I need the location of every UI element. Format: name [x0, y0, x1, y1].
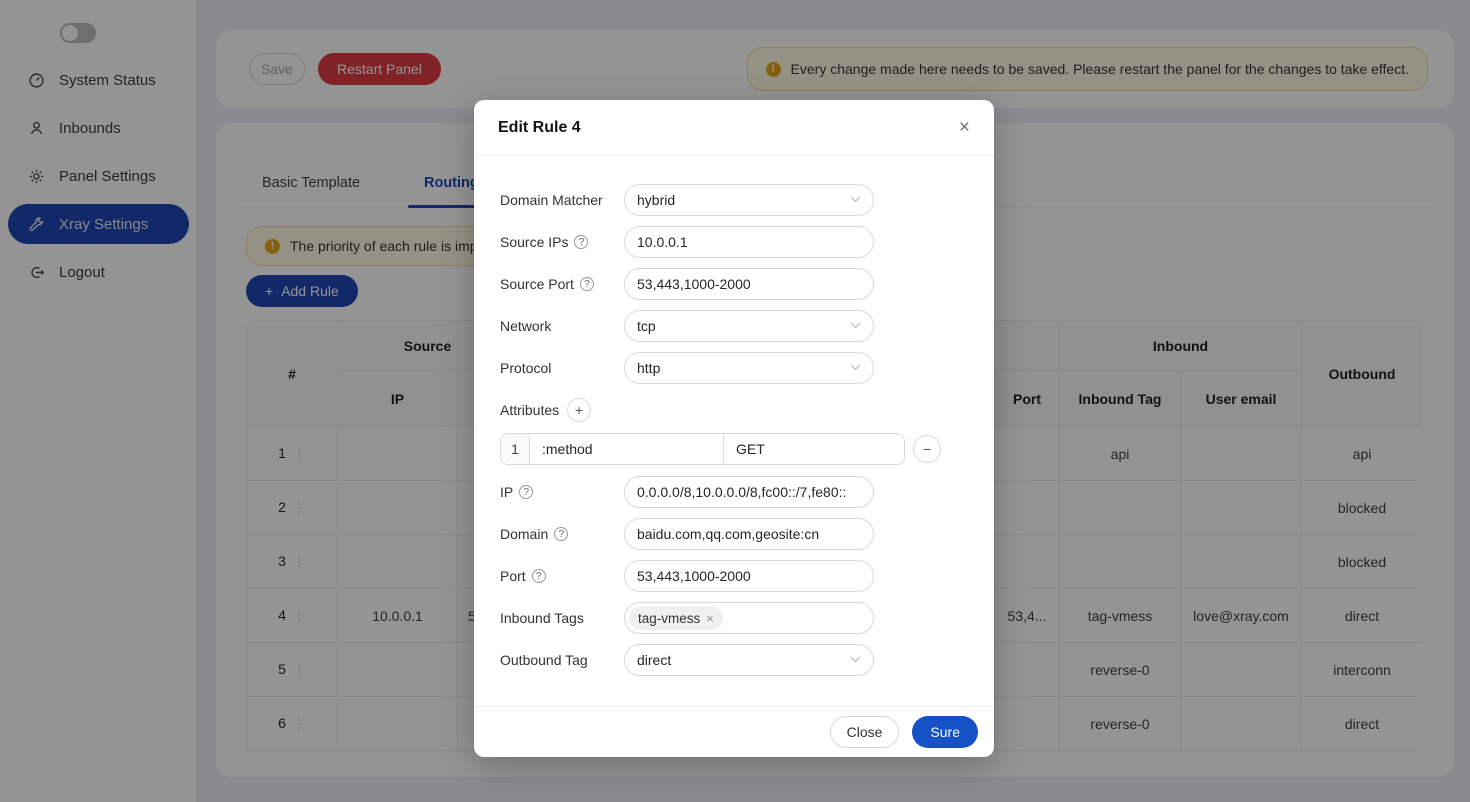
modal-header: Edit Rule 4 ×	[474, 100, 994, 156]
field-label: Domain ?	[500, 526, 624, 542]
field-port: Port ?	[500, 560, 970, 592]
help-icon[interactable]: ?	[580, 277, 594, 291]
selected-value: http	[637, 360, 660, 376]
field-label: IP ?	[500, 484, 624, 500]
close-button[interactable]: Close	[830, 716, 900, 748]
attributes-label: Attributes	[500, 402, 559, 418]
field-label: Network	[500, 318, 624, 334]
close-icon[interactable]: ×	[959, 118, 970, 137]
ip-input[interactable]	[624, 476, 874, 508]
domain-input[interactable]	[624, 518, 874, 550]
selected-value: tcp	[637, 318, 656, 334]
field-outbound-tag: Outbound Tag direct	[500, 644, 970, 676]
help-icon[interactable]: ?	[554, 527, 568, 541]
selected-value: hybrid	[637, 192, 675, 208]
attribute-index: 1	[501, 434, 530, 464]
field-attributes: Attributes +	[500, 394, 970, 426]
field-label: Source Port ?	[500, 276, 624, 292]
field-source-port: Source Port ?	[500, 268, 970, 300]
source-port-input[interactable]	[624, 268, 874, 300]
outbound-tag-select[interactable]: direct	[624, 644, 874, 676]
field-label: Outbound Tag	[500, 652, 624, 668]
inbound-tags-multiselect[interactable]: tag-vmess ×	[624, 602, 874, 634]
field-label: Port ?	[500, 568, 624, 584]
modal-body: Domain Matcher hybrid Source IPs ? Sourc…	[474, 156, 994, 676]
field-domain-matcher: Domain Matcher hybrid	[500, 184, 970, 216]
attribute-value-input[interactable]	[724, 434, 904, 464]
attribute-row: 1 −	[500, 433, 970, 465]
field-protocol: Protocol http	[500, 352, 970, 384]
add-attribute-button[interactable]: +	[567, 398, 591, 422]
tag-label: tag-vmess	[638, 611, 700, 626]
network-select[interactable]: tcp	[624, 310, 874, 342]
selected-value: direct	[637, 652, 671, 668]
edit-rule-modal: Edit Rule 4 × Domain Matcher hybrid Sour…	[474, 100, 994, 757]
chevron-down-icon	[850, 322, 861, 329]
tag-remove-icon[interactable]: ×	[706, 611, 714, 626]
chevron-down-icon	[850, 364, 861, 371]
field-label: Protocol	[500, 360, 624, 376]
help-icon[interactable]: ?	[519, 485, 533, 499]
field-inbound-tags: Inbound Tags tag-vmess ×	[500, 602, 970, 634]
chevron-down-icon	[850, 196, 861, 203]
field-label-text: Source IPs	[500, 234, 568, 250]
help-icon[interactable]: ?	[532, 569, 546, 583]
remove-attribute-button[interactable]: −	[913, 435, 941, 463]
help-icon[interactable]: ?	[574, 235, 588, 249]
chevron-down-icon	[850, 656, 861, 663]
sure-button[interactable]: Sure	[912, 716, 978, 748]
field-label-text: IP	[500, 484, 513, 500]
protocol-select[interactable]: http	[624, 352, 874, 384]
attribute-input-group: 1	[500, 433, 905, 465]
field-label-text: Domain	[500, 526, 548, 542]
modal-title: Edit Rule 4	[498, 119, 581, 137]
field-label: Domain Matcher	[500, 192, 624, 208]
tag-chip: tag-vmess ×	[629, 606, 723, 630]
field-label-text: Port	[500, 568, 526, 584]
field-network: Network tcp	[500, 310, 970, 342]
field-label: Inbound Tags	[500, 610, 624, 626]
modal-footer: Close Sure	[474, 706, 994, 757]
field-label-text: Source Port	[500, 276, 574, 292]
field-label: Source IPs ?	[500, 234, 624, 250]
attribute-key-input[interactable]	[530, 434, 724, 464]
field-source-ips: Source IPs ?	[500, 226, 970, 258]
port-input[interactable]	[624, 560, 874, 592]
domain-matcher-select[interactable]: hybrid	[624, 184, 874, 216]
field-ip: IP ?	[500, 476, 970, 508]
field-domain: Domain ?	[500, 518, 970, 550]
source-ips-input[interactable]	[624, 226, 874, 258]
